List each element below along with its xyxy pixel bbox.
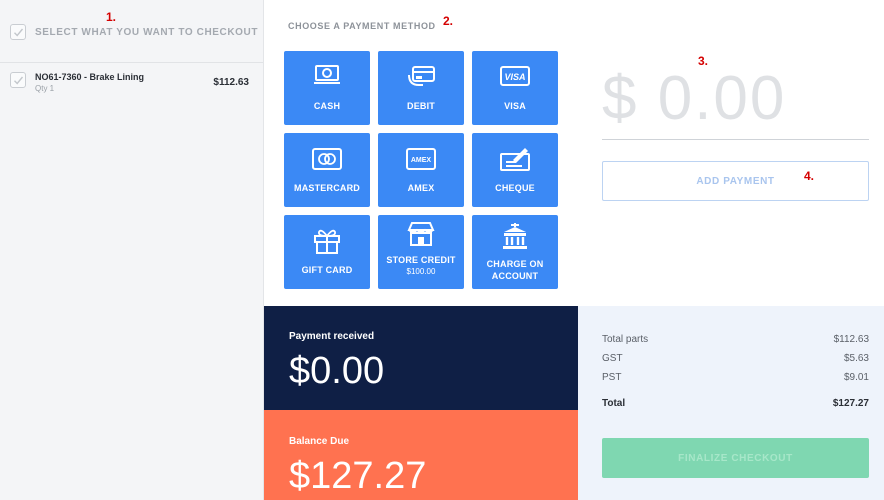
summary-value: $9.01 xyxy=(843,372,869,383)
mastercard-icon xyxy=(284,148,370,170)
payment-method-amex[interactable]: AMEX AMEX xyxy=(378,133,464,207)
payment-method-label: AMEX xyxy=(407,183,435,193)
payment-panel: CHOOSE A PAYMENT METHOD 2. CASH DEBIT VI… xyxy=(264,0,884,306)
annotation-1: 1. xyxy=(106,10,117,24)
payment-method-label: CHARGE ON xyxy=(486,259,544,269)
item-qty: Qty 1 xyxy=(35,84,55,93)
order-summary: Total parts $112.63 GST $5.63 PST $9.01 … xyxy=(578,306,884,500)
payment-received-panel: Payment received $0.00 xyxy=(264,306,578,410)
payment-amount-input[interactable]: $ 0.00 xyxy=(602,62,786,136)
payment-method-label: STORE CREDIT xyxy=(386,255,456,265)
svg-text:VISA: VISA xyxy=(504,72,525,82)
payment-method-cheque[interactable]: CHEQUE xyxy=(472,133,558,207)
select-all-row[interactable]: SELECT WHAT YOU WANT TO CHECKOUT xyxy=(0,0,263,63)
gift-icon xyxy=(284,227,370,255)
payment-method-label: DEBIT xyxy=(407,101,435,111)
summary-row-pst: PST $9.01 xyxy=(602,372,869,383)
balance-due-panel: Balance Due $127.27 xyxy=(264,410,578,500)
payment-method-charge-on-account[interactable]: CHARGE ON ACCOUNT xyxy=(472,215,558,289)
store-credit-balance: $100.00 xyxy=(406,267,436,276)
debit-card-icon xyxy=(378,65,464,89)
balance-due-value: $127.27 xyxy=(289,455,427,497)
summary-total-label: Total xyxy=(602,398,626,409)
list-item[interactable]: NO61-7360 - Brake Lining Qty 1 $112.63 xyxy=(0,64,263,100)
summary-total-value: $127.27 xyxy=(832,398,869,409)
svg-text:AMEX: AMEX xyxy=(411,157,432,164)
summary-row-total-parts: Total parts $112.63 xyxy=(602,334,869,345)
amex-icon: AMEX xyxy=(378,148,464,170)
payment-method-debit[interactable]: DEBIT xyxy=(378,51,464,125)
summary-row-total: Total $127.27 xyxy=(602,398,869,409)
payment-method-label: VISA xyxy=(504,101,526,111)
item-name: NO61-7360 - Brake Lining xyxy=(35,72,145,82)
payment-method-label: MASTERCARD xyxy=(294,183,360,193)
select-all-checkbox[interactable] xyxy=(10,24,26,40)
bank-icon xyxy=(472,222,558,250)
item-checkbox[interactable] xyxy=(10,72,26,88)
payment-received-title: Payment received xyxy=(289,331,375,342)
summary-value: $112.63 xyxy=(833,334,869,345)
annotation-4: 4. xyxy=(804,169,815,183)
balance-due-title: Balance Due xyxy=(289,436,350,447)
amount-underline xyxy=(602,139,869,140)
payment-received-value: $0.00 xyxy=(289,350,385,392)
summary-label: GST xyxy=(602,353,623,364)
summary-value: $5.63 xyxy=(843,353,869,364)
payment-method-label: CHEQUE xyxy=(495,183,535,193)
finalize-checkout-button[interactable]: FINALIZE CHECKOUT xyxy=(602,438,869,478)
payment-method-heading: CHOOSE A PAYMENT METHOD xyxy=(288,21,436,31)
payment-method-store-credit[interactable]: STORE CREDIT $100.00 xyxy=(378,215,464,289)
visa-icon: VISA xyxy=(472,66,558,86)
payment-method-label-line2: ACCOUNT xyxy=(491,271,539,281)
item-price: $112.63 xyxy=(213,77,249,88)
cheque-icon xyxy=(472,146,558,172)
checkout-items-panel: SELECT WHAT YOU WANT TO CHECKOUT 1. NO61… xyxy=(0,0,264,500)
select-all-label: SELECT WHAT YOU WANT TO CHECKOUT xyxy=(35,27,259,38)
cash-icon xyxy=(284,64,370,86)
payment-method-cash[interactable]: CASH xyxy=(284,51,370,125)
checkout-screen: SELECT WHAT YOU WANT TO CHECKOUT 1. NO61… xyxy=(0,0,884,500)
summary-label: PST xyxy=(602,372,622,383)
summary-row-gst: GST $5.63 xyxy=(602,353,869,364)
payment-method-label: GIFT CARD xyxy=(301,265,353,275)
add-payment-button[interactable]: ADD PAYMENT xyxy=(602,161,869,201)
checkmark-icon xyxy=(14,76,24,85)
payment-method-mastercard[interactable]: MASTERCARD xyxy=(284,133,370,207)
payment-method-gift-card[interactable]: GIFT CARD xyxy=(284,215,370,289)
payment-method-label: CASH xyxy=(313,101,341,111)
checkmark-icon xyxy=(14,28,24,37)
summary-label: Total parts xyxy=(602,334,649,345)
annotation-3: 3. xyxy=(698,54,709,68)
store-icon xyxy=(378,221,464,247)
annotation-2: 2. xyxy=(443,14,454,28)
payment-method-visa[interactable]: VISA VISA xyxy=(472,51,558,125)
